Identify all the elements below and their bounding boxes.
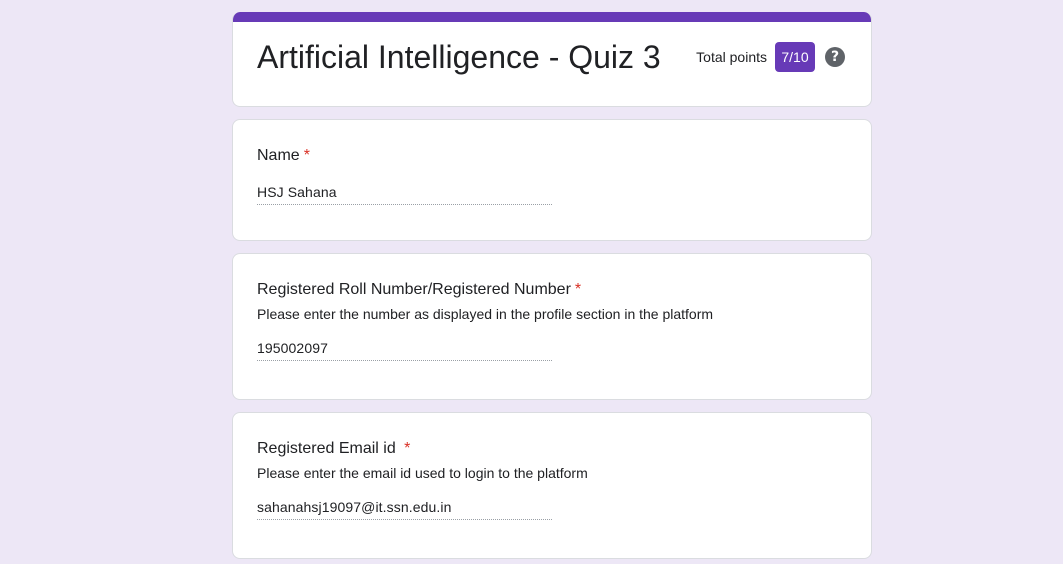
header-accent-bar [233, 12, 871, 22]
required-asterisk: * [303, 147, 310, 164]
score-area: Total points 7/10 ? [696, 42, 845, 72]
answer-field[interactable]: sahanahsj19097@it.ssn.edu.in [257, 497, 552, 520]
answer-field[interactable]: 195002097 [257, 338, 552, 361]
help-icon[interactable]: ? [825, 47, 845, 67]
answer-field[interactable]: HSJ Sahana [257, 182, 552, 205]
question-description: Please enter the number as displayed in … [257, 306, 714, 322]
question-card-roll-number: Registered Roll Number/Registered Number… [232, 253, 872, 400]
question-title-text: Registered Email id [257, 440, 401, 457]
question-card-email: Registered Email id * Please enter the e… [232, 412, 872, 559]
question-title-text: Registered Roll Number/Registered Number [257, 281, 571, 298]
required-asterisk: * [574, 281, 582, 298]
question-title: Registered Email id * [257, 437, 847, 461]
form-title: Artificial Intelligence - Quiz 3 [257, 39, 661, 75]
total-points-label: Total points [696, 49, 767, 65]
question-card-name: Name * HSJ Sahana [232, 119, 872, 241]
form-header-card: Artificial Intelligence - Quiz 3 Total p… [232, 12, 872, 107]
question-title: Registered Roll Number/Registered Number… [257, 278, 847, 302]
question-title: Name * [257, 144, 847, 168]
question-description: Please enter the email id used to login … [257, 465, 588, 481]
required-asterisk: * [404, 440, 411, 457]
question-title-text: Name [257, 147, 300, 164]
form-container: Artificial Intelligence - Quiz 3 Total p… [232, 12, 872, 559]
score-badge: 7/10 [775, 42, 815, 72]
